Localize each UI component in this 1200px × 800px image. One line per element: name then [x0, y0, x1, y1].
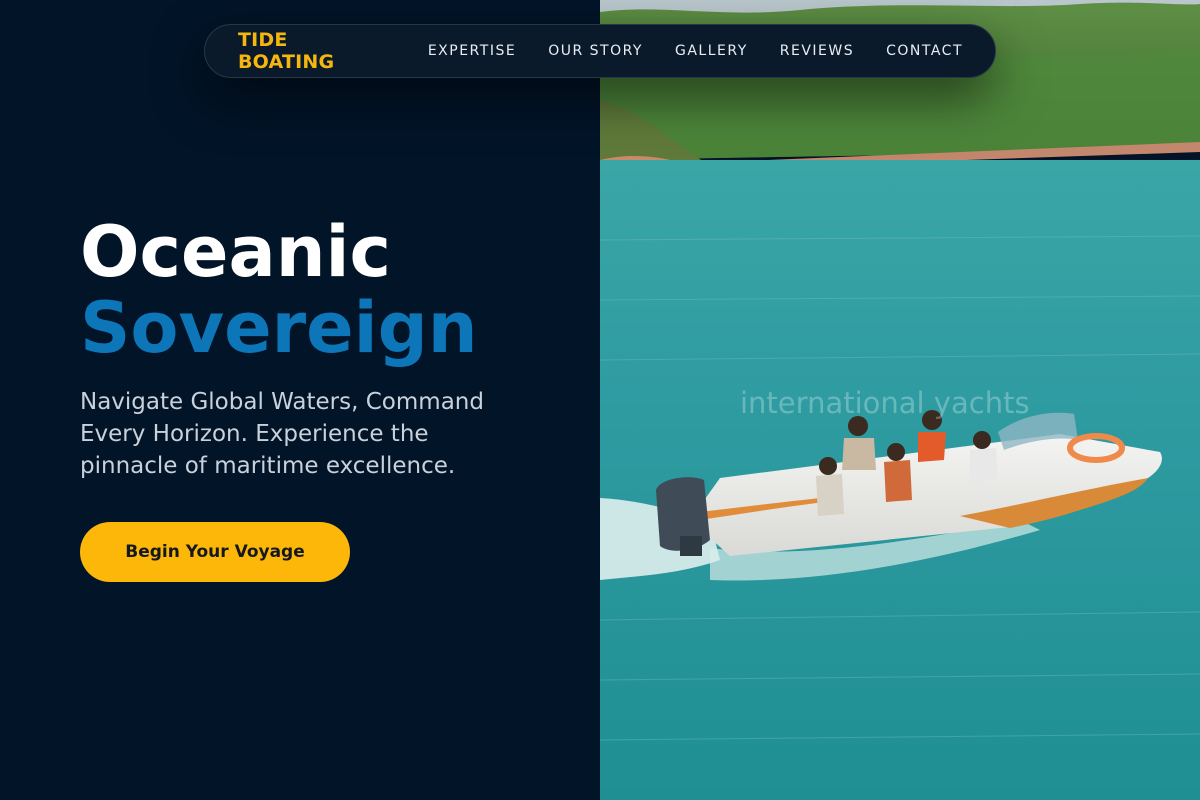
hero-title-line2: Sovereign — [80, 287, 478, 369]
nav-link-reviews[interactable]: REVIEWS — [780, 43, 854, 59]
nav-link-contact[interactable]: CONTACT — [886, 43, 963, 59]
hero-title: Oceanic Sovereign — [80, 214, 560, 366]
brand-logo[interactable]: TIDE BOATING — [238, 29, 380, 73]
hero-subtitle: Navigate Global Waters, Command Every Ho… — [80, 389, 484, 479]
begin-voyage-button[interactable]: Begin Your Voyage — [80, 522, 350, 582]
nav-link-expertise[interactable]: EXPERTISE — [428, 43, 516, 59]
hero-title-line1: Oceanic — [80, 211, 392, 293]
nav-link-our-story[interactable]: OUR STORY — [548, 43, 643, 59]
nav-links: EXPERTISE OUR STORY GALLERY REVIEWS CONT… — [428, 43, 963, 59]
nav-link-gallery[interactable]: GALLERY — [675, 43, 748, 59]
hero-section: Oceanic Sovereign Navigate Global Waters… — [80, 214, 560, 482]
top-navbar: TIDE BOATING EXPERTISE OUR STORY GALLERY… — [204, 24, 996, 78]
photo-watermark: international yachts — [740, 386, 1030, 420]
